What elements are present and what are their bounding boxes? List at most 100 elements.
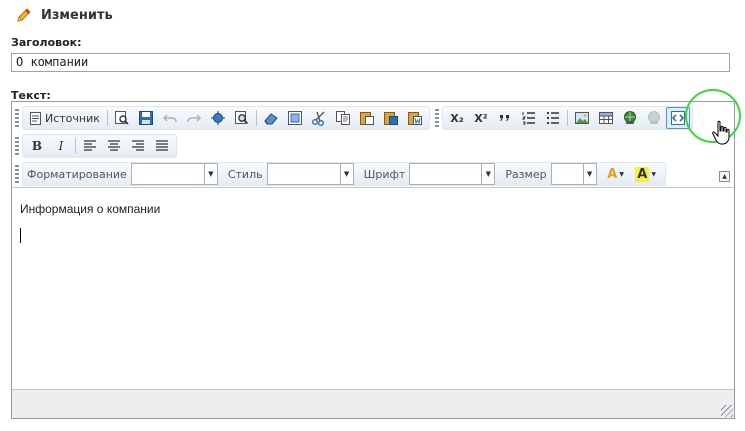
toolbar-separator <box>106 110 108 126</box>
style-label: Стиль <box>227 167 263 181</box>
style-select[interactable]: ▼ <box>266 163 354 185</box>
background-color-button[interactable]: A ▼ <box>631 163 661 185</box>
font-select[interactable]: ▼ <box>409 163 496 185</box>
select-all-icon <box>210 111 225 125</box>
insert-code-button[interactable] <box>665 107 690 129</box>
save-icon <box>138 111 153 125</box>
toolbar-separator <box>75 138 76 154</box>
paste-button[interactable] <box>355 107 379 129</box>
link-icon <box>623 111 636 124</box>
remove-format-button[interactable] <box>259 107 283 129</box>
format-label: Форматирование <box>27 167 127 181</box>
subscript-button[interactable]: X₂ <box>445 107 469 129</box>
format-select[interactable]: ▼ <box>130 163 218 185</box>
toolbar-group-styles: Форматирование ▼ Стиль ▼ Шрифт ▼ Размер <box>22 162 666 186</box>
save-button[interactable] <box>134 107 158 129</box>
table-button[interactable] <box>594 107 618 129</box>
toolbar-row-2: B I <box>14 133 177 159</box>
toolbar-row-3: Форматирование ▼ Стиль ▼ Шрифт ▼ Размер <box>14 161 666 187</box>
chevron-down-icon: ▼ <box>339 164 353 184</box>
source-button[interactable]: Источник <box>25 107 105 129</box>
align-center-button[interactable] <box>102 135 126 157</box>
maximize-icon <box>287 111 302 125</box>
style-value <box>268 164 340 184</box>
numbered-list-button[interactable] <box>517 107 541 129</box>
numbered-list-icon <box>521 112 535 125</box>
find-button[interactable] <box>230 107 254 129</box>
justify-icon <box>156 140 168 151</box>
paste-word-icon <box>407 112 422 125</box>
bold-button[interactable]: B <box>25 135 49 157</box>
toolbar-separator <box>566 110 568 126</box>
align-right-icon <box>132 140 144 151</box>
text-color-icon: A <box>607 166 618 182</box>
background-color-icon: A <box>635 166 650 182</box>
find-icon <box>234 111 248 125</box>
align-center-icon <box>108 140 120 151</box>
editor-content[interactable]: Информация о компании <box>12 188 734 389</box>
toolbar-group-basic-styles: B I <box>22 134 177 158</box>
blockquote-button[interactable] <box>493 107 517 129</box>
chevron-down-icon: ▼ <box>203 164 217 184</box>
code-icon <box>670 111 685 125</box>
text-color-button[interactable]: A ▼ <box>601 163 631 185</box>
toolbar-grip[interactable] <box>15 109 19 127</box>
image-button[interactable] <box>570 107 594 129</box>
paste-word-button[interactable] <box>403 107 427 129</box>
toolbar-group-insert: X₂ X² <box>441 106 693 130</box>
toolbar-collapse-button[interactable]: ▲ <box>719 171 730 182</box>
editor-toolbar: Источник X₂ X² B I Форматирование ▼ Стил… <box>12 102 734 188</box>
image-icon <box>574 112 589 124</box>
resize-handle-icon[interactable] <box>721 405 733 417</box>
font-value <box>410 164 481 184</box>
toolbar-row-1: Источник X₂ X² <box>14 105 693 131</box>
title-label: Заголовок: <box>11 36 82 49</box>
size-select[interactable]: ▼ <box>550 163 597 185</box>
title-input[interactable]: О компании <box>11 53 730 72</box>
toolbar-grip[interactable] <box>15 137 19 155</box>
chevron-down-icon: ▼ <box>582 164 596 184</box>
preview-button[interactable] <box>110 107 134 129</box>
source-icon <box>30 111 41 125</box>
redo-button[interactable] <box>182 107 206 129</box>
page-header: Изменить <box>15 5 113 25</box>
paste-text-button[interactable] <box>379 107 403 129</box>
unlink-button[interactable] <box>642 107 666 129</box>
copy-icon <box>335 111 350 125</box>
text-caret <box>20 228 21 243</box>
editor-statusbar <box>12 389 734 418</box>
chevron-down-icon: ▼ <box>619 170 624 178</box>
undo-icon <box>162 114 177 123</box>
toolbar-grip[interactable] <box>15 165 19 183</box>
select-all-button[interactable] <box>206 107 230 129</box>
bulleted-list-button[interactable] <box>541 107 565 129</box>
cut-button[interactable] <box>307 107 331 129</box>
undo-button[interactable] <box>158 107 182 129</box>
size-value <box>552 164 583 184</box>
unlink-icon <box>647 111 660 124</box>
editor-paragraph: Информация о компании <box>20 202 161 216</box>
copy-button[interactable] <box>331 107 355 129</box>
font-label: Шрифт <box>363 167 406 181</box>
align-left-icon <box>84 140 96 151</box>
align-left-button[interactable] <box>78 135 102 157</box>
italic-button[interactable]: I <box>49 135 73 157</box>
chevron-down-icon: ▼ <box>481 164 494 184</box>
paste-text-icon <box>383 112 398 125</box>
toolbar-grip[interactable] <box>434 109 439 127</box>
justify-button[interactable] <box>150 135 174 157</box>
preview-icon <box>114 111 129 125</box>
redo-icon <box>187 114 201 123</box>
size-label: Размер <box>505 167 547 181</box>
toolbar-group-document: Источник <box>22 106 430 130</box>
pencil-icon <box>17 8 31 22</box>
maximize-button[interactable] <box>283 107 307 129</box>
page-title: Изменить <box>41 7 113 23</box>
toolbar-separator <box>255 110 257 126</box>
superscript-button[interactable]: X² <box>469 107 493 129</box>
source-label: Источник <box>45 111 100 125</box>
bulleted-list-icon <box>546 112 559 124</box>
format-value <box>132 164 204 184</box>
link-button[interactable] <box>618 107 642 129</box>
align-right-button[interactable] <box>126 135 150 157</box>
